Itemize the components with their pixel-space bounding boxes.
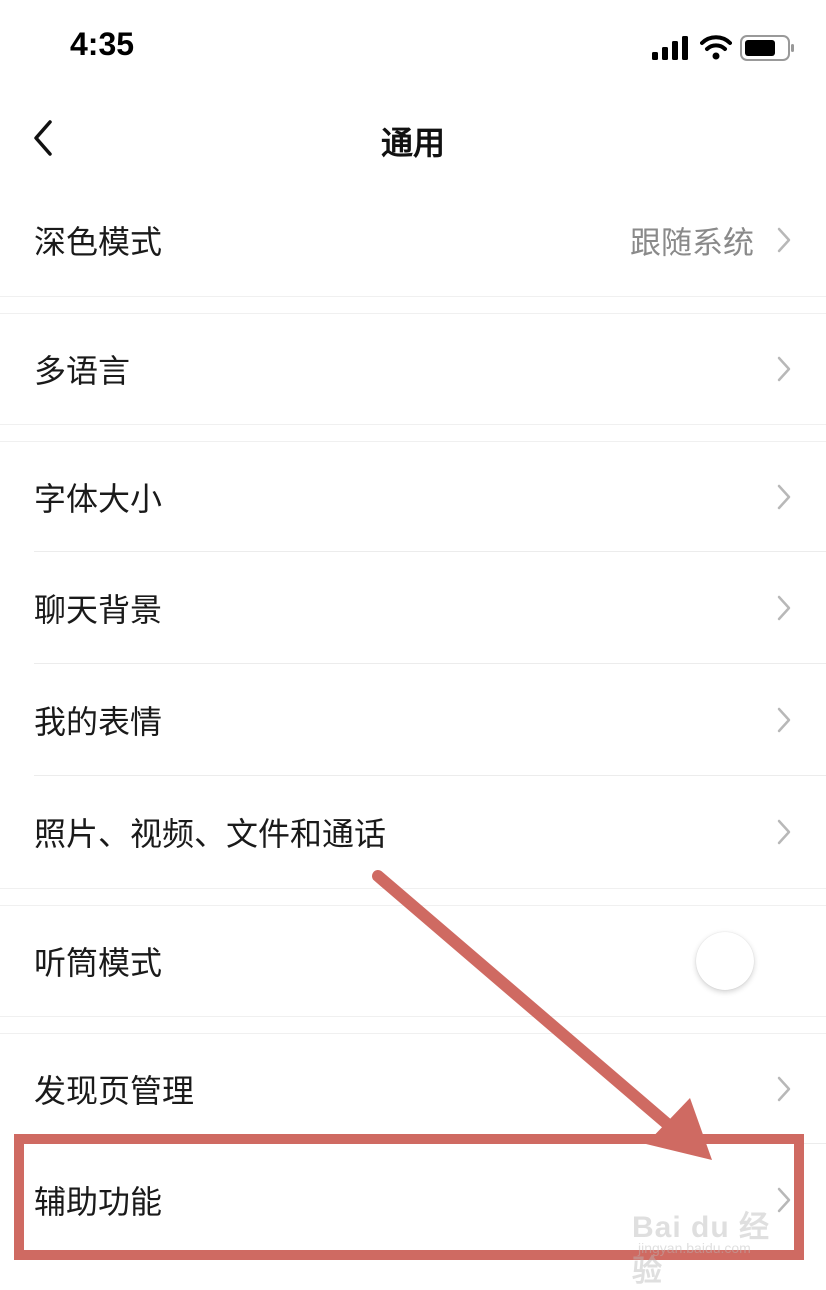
settings-row-language[interactable]: 多语言 <box>0 314 826 424</box>
group-separator <box>0 1016 826 1034</box>
group-separator <box>0 296 826 314</box>
chevron-right-icon <box>777 1076 791 1102</box>
settings-row-earpiece-mode: 听筒模式 <box>0 906 826 1016</box>
signal-icon <box>652 36 688 60</box>
settings-row-media-files-calls[interactable]: 照片、视频、文件和通话 <box>0 776 826 888</box>
battery-icon <box>740 35 794 61</box>
row-label: 照片、视频、文件和通话 <box>34 815 387 853</box>
chevron-right-icon <box>777 595 791 621</box>
baidu-jingyan-watermark: Bai du 经验 jingyan.baidu.com <box>632 1188 792 1288</box>
row-label: 发现页管理 <box>34 1072 195 1110</box>
nav-bar: 通用 <box>0 96 826 184</box>
row-value: 跟随系统 <box>630 225 754 262</box>
wifi-icon <box>700 35 732 60</box>
row-label: 我的表情 <box>34 703 163 741</box>
chevron-right-icon <box>777 484 791 510</box>
row-label: 深色模式 <box>34 223 163 261</box>
chevron-right-icon <box>777 819 791 845</box>
settings-row-dark-mode[interactable]: 深色模式 跟随系统 <box>0 184 826 296</box>
row-label: 辅助功能 <box>34 1183 163 1221</box>
row-label: 多语言 <box>34 352 131 390</box>
chevron-right-icon <box>777 356 791 382</box>
watermark-url: jingyan.baidu.com <box>638 1240 751 1256</box>
row-label: 聊天背景 <box>34 591 163 629</box>
row-label: 听筒模式 <box>34 944 163 982</box>
status-bar: 4:35 <box>0 0 826 96</box>
chevron-right-icon <box>777 707 791 733</box>
settings-row-my-stickers[interactable]: 我的表情 <box>0 664 826 776</box>
settings-row-discover-management[interactable]: 发现页管理 <box>0 1034 826 1144</box>
group-separator <box>0 424 826 442</box>
group-separator <box>0 888 826 906</box>
status-time: 4:35 <box>70 26 135 62</box>
page-title: 通用 <box>380 124 445 162</box>
settings-row-chat-background[interactable]: 聊天背景 <box>0 552 826 664</box>
row-label: 字体大小 <box>34 480 163 518</box>
settings-row-font-size[interactable]: 字体大小 <box>0 442 826 552</box>
chevron-right-icon <box>777 227 791 253</box>
earpiece-mode-toggle[interactable] <box>696 932 754 990</box>
